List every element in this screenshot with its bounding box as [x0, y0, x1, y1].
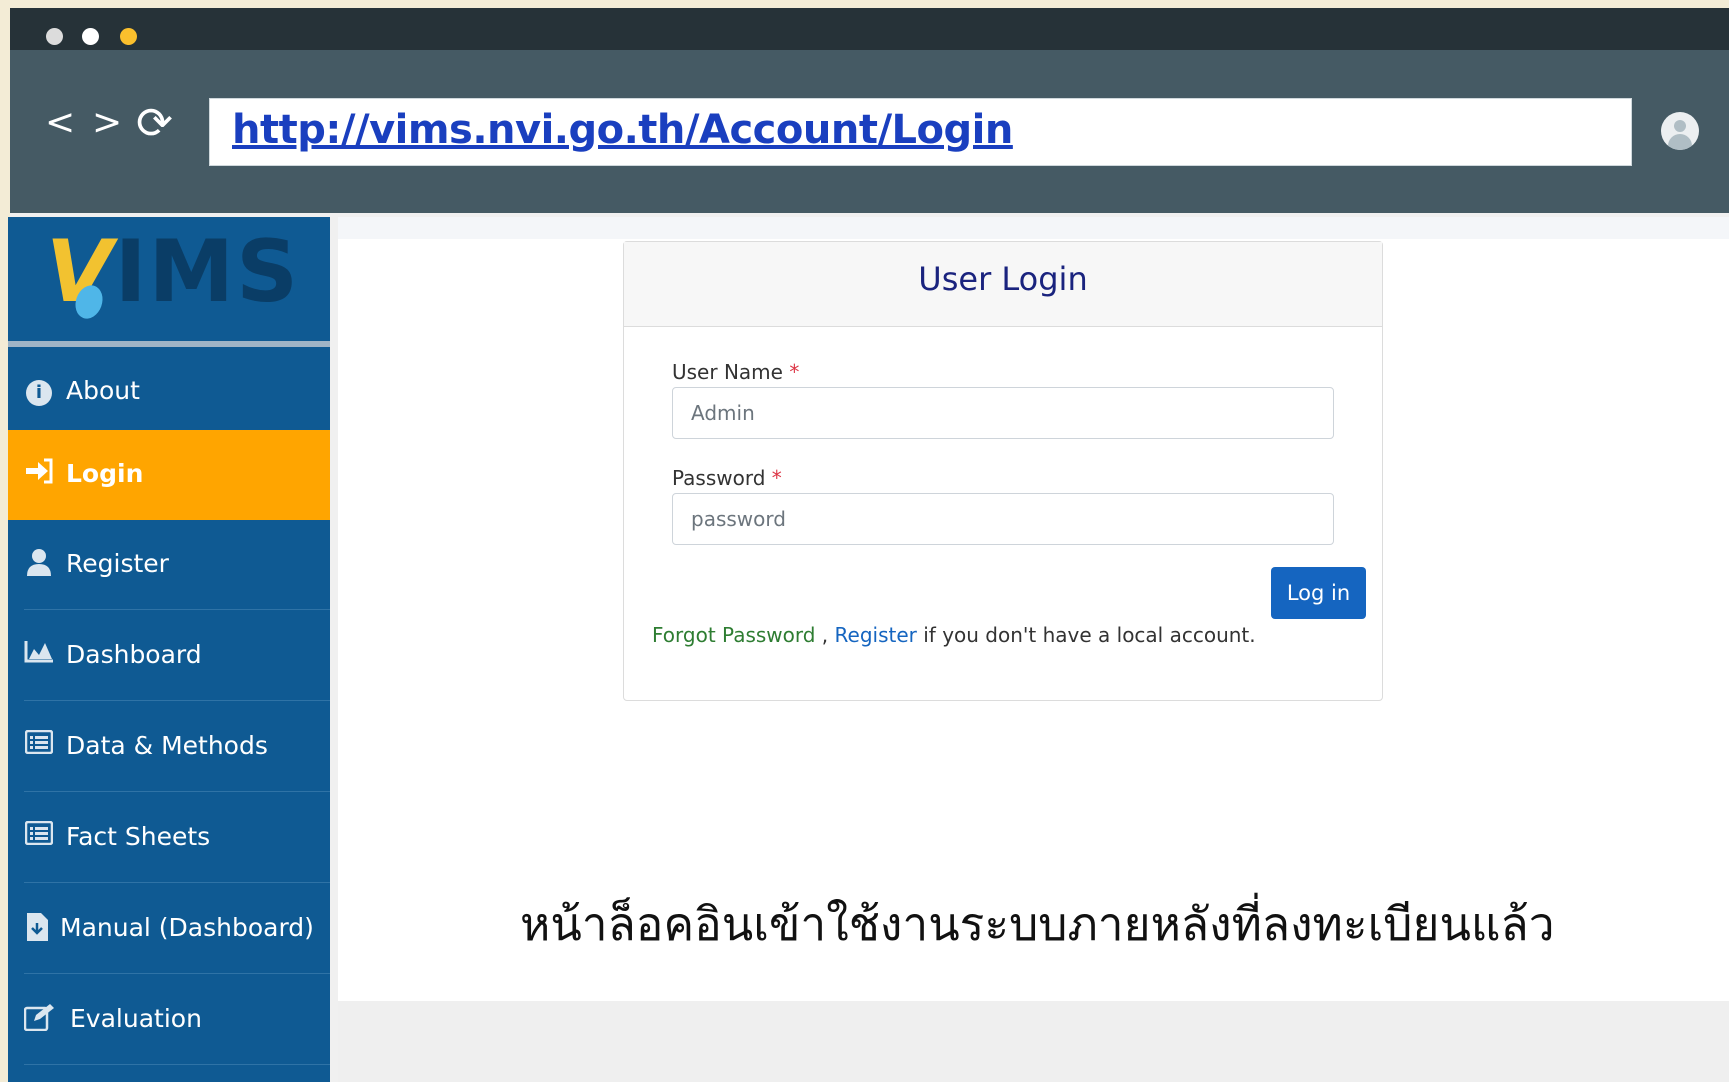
sidebar-item-register[interactable]: Register: [8, 520, 330, 610]
area-chart-icon: [24, 639, 54, 669]
address-bar[interactable]: http://vims.nvi.go.th/Account/Login: [209, 98, 1632, 166]
window-minimize-dot[interactable]: [82, 28, 99, 45]
window-close-dot[interactable]: [46, 28, 63, 45]
reload-icon[interactable]: ⟳: [136, 98, 173, 149]
browser-title-bar: [10, 8, 1729, 50]
forgot-password-link[interactable]: Forgot Password: [652, 623, 815, 647]
login-card: User Login User Name * Password * Log in…: [623, 241, 1383, 701]
profile-avatar-icon[interactable]: [1661, 112, 1699, 150]
sidebar-item-label: Manual (Dashboard): [60, 913, 314, 942]
sidebar: VIMS i About Login Register Dashboard Da…: [8, 217, 330, 1082]
login-title: User Login: [918, 260, 1088, 298]
sign-in-icon: [24, 458, 54, 488]
vims-logo[interactable]: VIMS: [8, 217, 330, 347]
sidebar-item-dashboard[interactable]: Dashboard: [8, 611, 330, 701]
sidebar-item-label: Fact Sheets: [66, 822, 211, 851]
sidebar-item-label: Evaluation: [70, 1004, 202, 1033]
page-footer-area: [338, 1001, 1729, 1082]
username-input[interactable]: [672, 387, 1334, 439]
file-download-icon: [22, 912, 52, 942]
password-label: Password *: [672, 466, 782, 490]
main-top-strip: [338, 217, 1729, 239]
outer-frame-top: [0, 0, 1729, 8]
sidebar-item-evaluation[interactable]: Evaluation: [8, 975, 330, 1065]
sidebar-item-manual-dashboard[interactable]: Manual (Dashboard): [8, 884, 330, 974]
sidebar-item-about[interactable]: i About: [8, 347, 330, 437]
sidebar-item-fact-sheets[interactable]: Fact Sheets: [8, 793, 330, 883]
sidebar-item-label: Data & Methods: [66, 731, 268, 760]
info-icon: i: [24, 375, 54, 406]
sidebar-item-label: Dashboard: [66, 640, 202, 669]
login-button[interactable]: Log in: [1271, 567, 1366, 619]
forward-icon[interactable]: >: [92, 102, 122, 143]
url-text[interactable]: http://vims.nvi.go.th/Account/Login: [232, 107, 1013, 153]
sidebar-item-label: Login: [66, 459, 144, 488]
login-card-header: User Login: [624, 242, 1382, 327]
user-icon: [24, 548, 54, 578]
thai-caption: หน้าล็อคอินเข้าใช้งานระบบภายหลังที่ลงทะเ…: [520, 897, 1555, 951]
password-input[interactable]: [672, 493, 1334, 545]
edit-icon: [23, 1003, 54, 1033]
back-icon[interactable]: <: [45, 102, 75, 143]
sidebar-item-label: About: [66, 376, 140, 405]
register-link[interactable]: Register: [835, 623, 917, 647]
account-help-text: Forgot Password , Register if you don't …: [652, 623, 1256, 647]
list-icon: [24, 729, 54, 760]
list-icon: [24, 820, 54, 851]
sidebar-item-label: Register: [66, 549, 169, 578]
sidebar-item-login[interactable]: Login: [8, 430, 330, 520]
window-maximize-dot[interactable]: [120, 28, 137, 45]
username-label: User Name *: [672, 360, 800, 384]
sidebar-item-data-methods[interactable]: Data & Methods: [8, 702, 330, 792]
